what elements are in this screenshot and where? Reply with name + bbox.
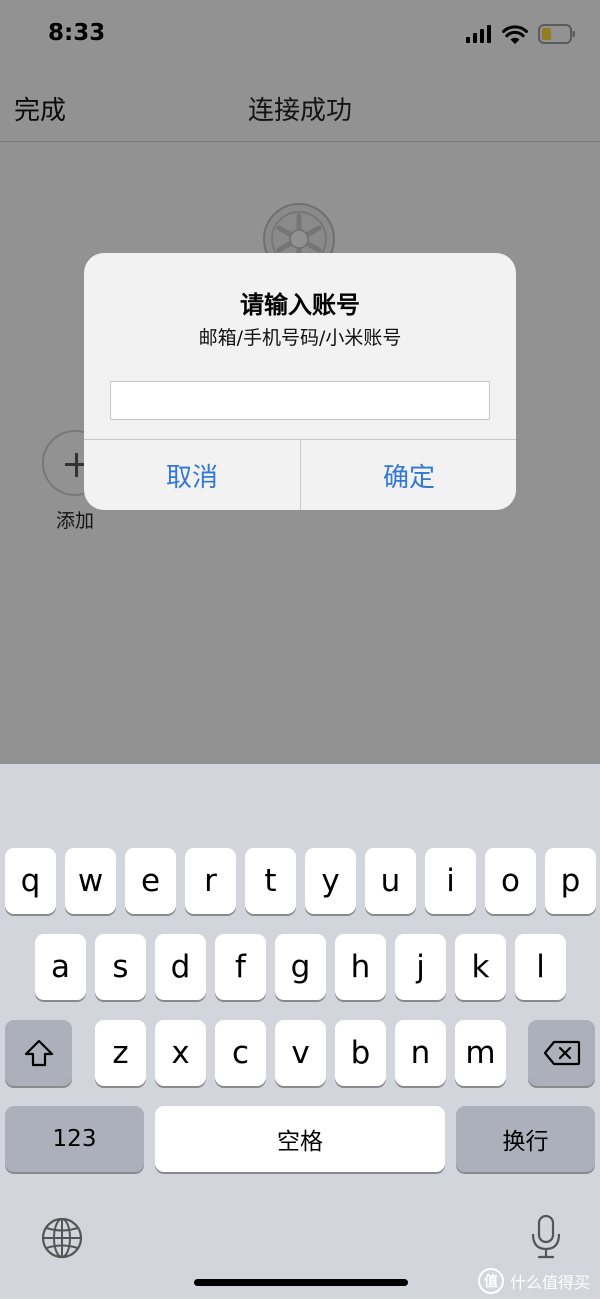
key-g[interactable]: g <box>275 934 326 1000</box>
key-j[interactable]: j <box>395 934 446 1000</box>
key-a[interactable]: a <box>35 934 86 1000</box>
cancel-button[interactable]: 取消 <box>84 440 300 510</box>
numbers-key[interactable]: 123 <box>5 1106 144 1172</box>
account-alert-dialog: 请输入账号 邮箱/手机号码/小米账号 取消 确定 <box>84 253 516 510</box>
key-s[interactable]: s <box>95 934 146 1000</box>
key-u[interactable]: u <box>365 848 416 914</box>
key-z[interactable]: z <box>95 1020 146 1086</box>
shift-icon <box>24 1039 53 1067</box>
key-w[interactable]: w <box>65 848 116 914</box>
keyboard: q w e r t y u i o p a s d f g h j k l z … <box>0 764 600 1299</box>
key-e[interactable]: e <box>125 848 176 914</box>
alert-title: 请输入账号 <box>240 291 360 319</box>
key-t[interactable]: t <box>245 848 296 914</box>
watermark-logo: 值 <box>477 1268 504 1294</box>
shift-key[interactable] <box>5 1020 72 1086</box>
key-v[interactable]: v <box>275 1020 326 1086</box>
key-d[interactable]: d <box>155 934 206 1000</box>
account-input[interactable] <box>110 381 490 420</box>
globe-icon[interactable] <box>40 1216 84 1260</box>
key-y[interactable]: y <box>305 848 356 914</box>
key-n[interactable]: n <box>395 1020 446 1086</box>
key-c[interactable]: c <box>215 1020 266 1086</box>
key-m[interactable]: m <box>455 1020 506 1086</box>
confirm-button[interactable]: 确定 <box>301 440 516 510</box>
backspace-key[interactable] <box>528 1020 595 1086</box>
watermark: 值 什么值得买 <box>477 1268 590 1294</box>
key-b[interactable]: b <box>335 1020 386 1086</box>
return-key[interactable]: 换行 <box>456 1106 595 1172</box>
home-indicator[interactable] <box>194 1279 408 1286</box>
key-l[interactable]: l <box>515 934 566 1000</box>
key-f[interactable]: f <box>215 934 266 1000</box>
key-x[interactable]: x <box>155 1020 206 1086</box>
key-o[interactable]: o <box>485 848 536 914</box>
key-q[interactable]: q <box>5 848 56 914</box>
space-key[interactable]: 空格 <box>155 1106 445 1172</box>
key-k[interactable]: k <box>455 934 506 1000</box>
alert-message: 邮箱/手机号码/小米账号 <box>198 327 402 349</box>
backspace-icon <box>543 1040 580 1066</box>
key-r[interactable]: r <box>185 848 236 914</box>
microphone-icon[interactable] <box>530 1214 562 1260</box>
key-p[interactable]: p <box>545 848 596 914</box>
key-h[interactable]: h <box>335 934 386 1000</box>
key-i[interactable]: i <box>425 848 476 914</box>
watermark-text: 什么值得买 <box>509 1273 590 1292</box>
